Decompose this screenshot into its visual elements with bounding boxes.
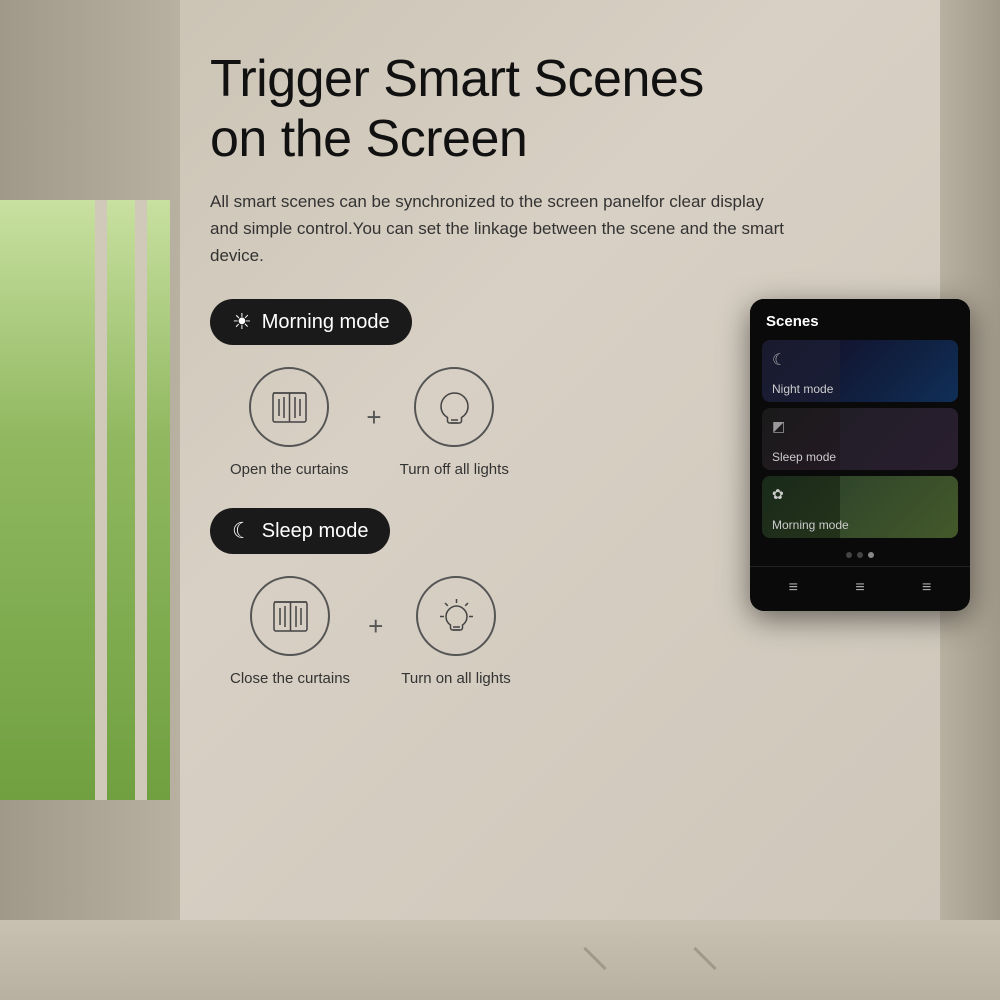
close-curtains-icon xyxy=(250,576,330,656)
turn-off-lights-label: Turn off all lights xyxy=(400,461,509,478)
plus-sign-1: + xyxy=(366,402,381,433)
night-scene-label: Night mode xyxy=(772,382,833,396)
sleep-actions-row: Close the curtains + xyxy=(210,576,710,687)
panel-header: Scenes xyxy=(762,313,958,330)
scene-card-night[interactable]: ☾ Night mode xyxy=(762,340,958,402)
device-panel: Scenes ☾ Night mode ◩ Sleep mode ✿ xyxy=(750,299,970,611)
morning-mode-block: ☀ Morning mode xyxy=(210,299,710,478)
panel-dots xyxy=(762,544,958,566)
turn-off-lights-action: Turn off all lights xyxy=(400,367,509,478)
floor xyxy=(0,920,1000,1000)
morning-scene-thumb xyxy=(840,476,958,538)
turn-off-lights-icon xyxy=(414,367,494,447)
turn-on-lights-label: Turn on all lights xyxy=(401,670,511,687)
close-curtains-action: Close the curtains xyxy=(230,576,350,687)
scene-card-sleep[interactable]: ◩ Sleep mode xyxy=(762,408,958,470)
window-view xyxy=(0,200,170,800)
night-scene-thumb xyxy=(840,340,958,402)
morning-mode-label: Morning mode xyxy=(262,311,390,334)
scenes-area: ☀ Morning mode xyxy=(210,299,970,717)
morning-mode-icon: ☀ xyxy=(232,309,252,335)
dot-2 xyxy=(857,552,863,558)
morning-mode-badge[interactable]: ☀ Morning mode xyxy=(210,299,412,345)
window-divider-1 xyxy=(95,200,107,800)
close-curtains-label: Close the curtains xyxy=(230,670,350,687)
turn-on-lights-action: Turn on all lights xyxy=(401,576,511,687)
content-area: Trigger Smart Scenes on the Screen All s… xyxy=(180,30,1000,737)
nav-icon-3[interactable]: ≡ xyxy=(922,579,931,597)
modes-section: ☀ Morning mode xyxy=(210,299,710,717)
curtain-open-svg xyxy=(267,385,312,430)
light-off-svg xyxy=(432,385,477,430)
page-description: All smart scenes can be synchronized to … xyxy=(210,188,790,270)
sleep-scene-icon: ◩ xyxy=(772,418,785,435)
floor-mark-1 xyxy=(583,947,606,970)
panel-screen: Scenes ☾ Night mode ◩ Sleep mode ✿ xyxy=(750,299,970,566)
sleep-mode-badge[interactable]: ☾ Sleep mode xyxy=(210,508,390,554)
panel-nav: ≡ ≡ ≡ xyxy=(750,566,970,611)
open-curtains-icon xyxy=(249,367,329,447)
page-title: Trigger Smart Scenes on the Screen xyxy=(210,50,970,170)
sleep-mode-icon: ☾ xyxy=(232,518,252,544)
morning-scene-icon: ✿ xyxy=(772,486,784,503)
sleep-scene-thumb xyxy=(840,408,958,470)
open-curtains-action: Open the curtains xyxy=(230,367,348,478)
floor-mark-2 xyxy=(693,947,716,970)
plus-sign-2: + xyxy=(368,611,383,642)
sleep-mode-label: Sleep mode xyxy=(262,520,369,543)
curtain-close-svg xyxy=(268,594,313,639)
turn-on-lights-icon xyxy=(416,576,496,656)
window-divider-2 xyxy=(135,200,147,800)
dot-3 xyxy=(868,552,874,558)
night-scene-icon: ☾ xyxy=(772,350,786,370)
morning-actions-row: Open the curtains + Turn off all xyxy=(210,367,710,478)
nav-icon-2[interactable]: ≡ xyxy=(855,579,864,597)
morning-scene-label: Morning mode xyxy=(772,518,849,532)
sleep-mode-block: ☾ Sleep mode xyxy=(210,508,710,687)
light-on-svg xyxy=(434,594,479,639)
dot-1 xyxy=(846,552,852,558)
scene-card-morning[interactable]: ✿ Morning mode xyxy=(762,476,958,538)
sleep-scene-label: Sleep mode xyxy=(772,450,836,464)
open-curtains-label: Open the curtains xyxy=(230,461,348,478)
nav-icon-1[interactable]: ≡ xyxy=(789,579,798,597)
